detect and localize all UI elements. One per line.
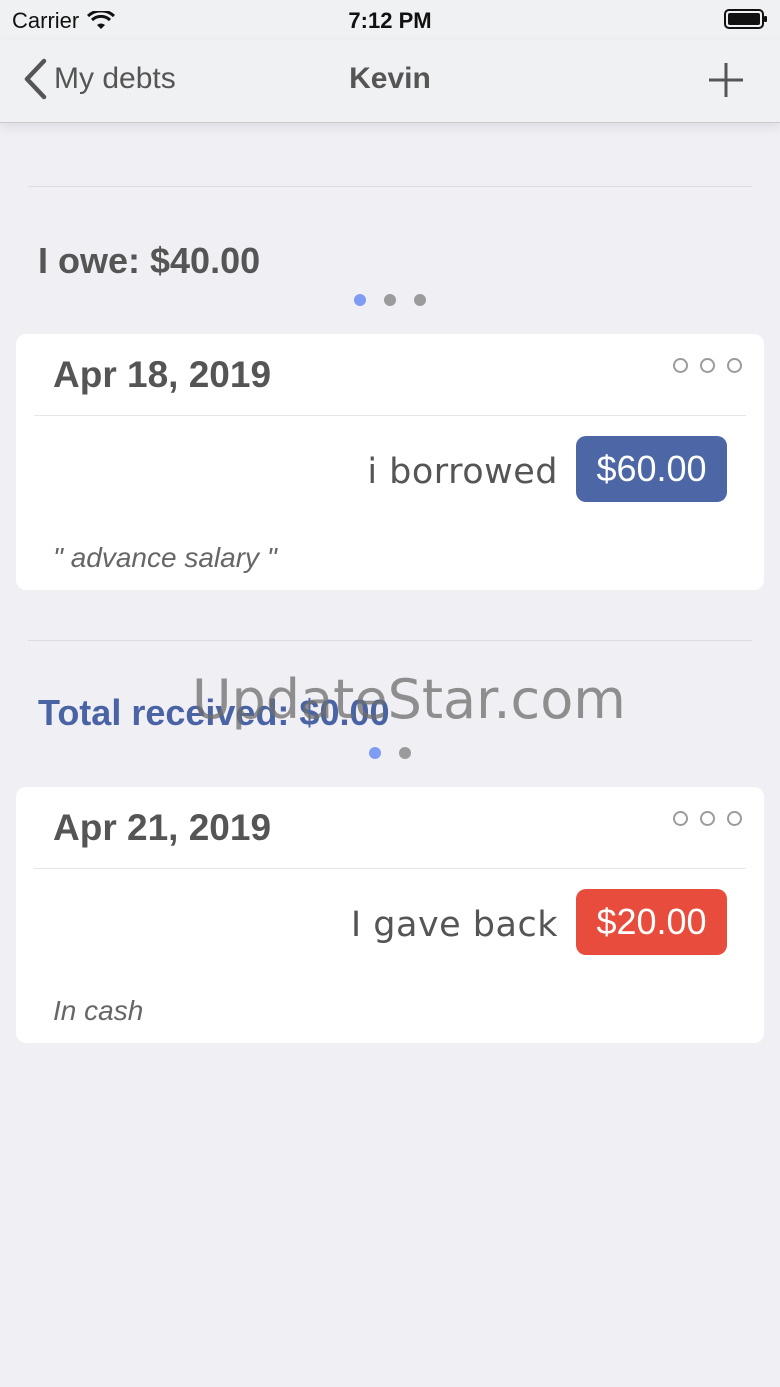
amount-badge: $20.00 xyxy=(576,889,727,955)
more-options-icon[interactable] xyxy=(673,811,742,826)
card-date: Apr 21, 2019 xyxy=(53,807,272,848)
card-note: " advance salary " xyxy=(53,542,277,573)
back-label: My debts xyxy=(54,62,176,95)
add-button[interactable] xyxy=(706,60,746,100)
page-dot[interactable] xyxy=(384,294,396,306)
card-divider xyxy=(34,868,746,869)
chevron-left-icon xyxy=(24,58,47,100)
debt-card-gave-back[interactable]: Apr 21, 2019 I gave back $20.00 In cash xyxy=(16,787,764,1043)
card-divider xyxy=(34,415,746,416)
page-indicator-owe[interactable] xyxy=(354,294,426,306)
amount-badge: $60.00 xyxy=(576,436,727,502)
page-dot[interactable] xyxy=(399,747,411,759)
page-dot[interactable] xyxy=(354,294,366,306)
transaction-type: I gave back xyxy=(350,905,558,945)
received-summary: Total received: $0.00 xyxy=(38,692,390,733)
debt-card-borrowed[interactable]: Apr 18, 2019 i borrowed $60.00 " advance… xyxy=(16,334,764,590)
status-time: 7:12 PM xyxy=(348,8,432,33)
owe-summary: I owe: $40.00 xyxy=(38,240,261,281)
page-indicator-received[interactable] xyxy=(369,747,411,759)
page-dot[interactable] xyxy=(414,294,426,306)
back-button[interactable]: My debts xyxy=(22,56,176,102)
battery-icon xyxy=(724,9,767,29)
transaction-type: i borrowed xyxy=(367,452,558,492)
divider xyxy=(28,186,752,187)
card-date: Apr 18, 2019 xyxy=(53,354,272,395)
more-options-icon[interactable] xyxy=(673,358,742,373)
page-dot[interactable] xyxy=(369,747,381,759)
navigation-bar: My debts Kevin xyxy=(0,40,780,123)
divider xyxy=(28,640,752,641)
card-note: In cash xyxy=(53,995,144,1026)
status-bar: Carrier 7:12 PM xyxy=(0,0,780,40)
